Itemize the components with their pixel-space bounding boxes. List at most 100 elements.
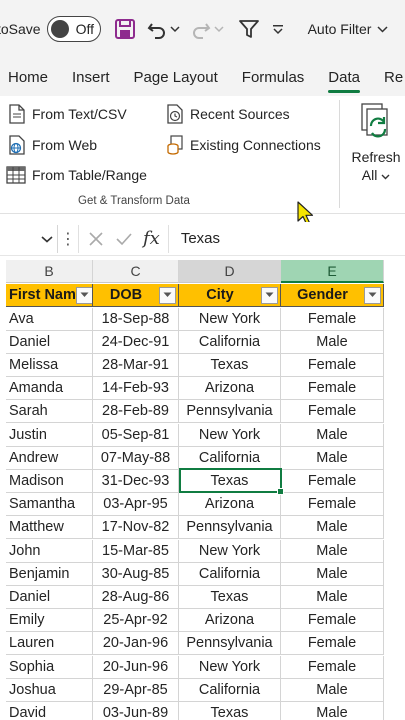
undo-dropdown-icon[interactable] [170,25,180,33]
first-name-cell[interactable]: Melissa [6,353,93,378]
city-cell[interactable]: California [179,446,281,470]
city-cell[interactable]: Texas [179,353,281,378]
column-header-c[interactable]: C [93,260,179,283]
dob-cell[interactable]: 25-Apr-92 [93,609,179,633]
city-cell[interactable]: New York [179,539,281,563]
filter-dropdown-button[interactable] [261,286,278,304]
first-name-cell[interactable]: Daniel [6,585,93,610]
gender-cell[interactable]: Male [281,330,384,354]
city-cell[interactable]: California [179,562,281,586]
recent-sources-button[interactable]: Recent Sources [166,104,290,124]
city-cell[interactable]: Arizona [179,377,281,401]
from-web-button[interactable]: From Web [8,135,97,155]
gender-cell[interactable]: Female [281,493,384,517]
city-cell[interactable]: Pennsylvania [179,516,281,540]
gender-cell[interactable]: Male [281,701,384,720]
existing-connections-button[interactable]: Existing Connections [166,135,321,155]
dob-cell[interactable]: 05-Sep-81 [93,423,179,447]
first-name-cell[interactable]: Emily [6,609,93,633]
first-name-cell[interactable]: Samantha [6,493,93,517]
first-name-cell[interactable]: John [6,539,93,563]
refresh-all-button[interactable]: Refresh All [350,102,402,183]
tab-page-layout[interactable]: Page Layout [134,69,218,96]
gender-cell[interactable]: Female [281,655,384,679]
redo-icon[interactable] [190,18,212,40]
dob-cell[interactable]: 31-Dec-93 [93,469,179,494]
dob-cell[interactable]: 15-Mar-85 [93,539,179,563]
first-name-cell[interactable]: Joshua [6,678,93,702]
city-cell[interactable]: New York [179,655,281,679]
city-cell[interactable]: Texas [179,701,281,720]
gender-cell[interactable]: Female [281,632,384,656]
first-name-cell[interactable]: Andrew [6,446,93,470]
first-name-cell[interactable]: David [6,701,93,720]
first-name-cell[interactable]: Sarah [6,400,93,424]
refresh-all-dropdown[interactable]: All [350,167,402,183]
gender-cell[interactable]: Male [281,423,384,447]
column-header-d[interactable]: D [179,260,281,283]
first-name-cell[interactable]: Sophia [6,655,93,679]
first-name-cell[interactable]: Amanda [6,377,93,401]
header-cell-gender[interactable]: Gender [281,284,384,308]
gender-cell[interactable]: Male [281,678,384,702]
city-cell[interactable]: New York [179,423,281,447]
city-cell[interactable]: Pennsylvania [179,400,281,424]
city-cell[interactable]: Arizona [179,493,281,517]
dob-cell[interactable]: 28-Feb-89 [93,400,179,424]
gender-cell[interactable]: Male [281,539,384,563]
gender-cell[interactable]: Male [281,446,384,470]
city-cell[interactable]: Texas [179,469,281,494]
tab-data[interactable]: Data [328,69,360,96]
gender-cell[interactable]: Female [281,400,384,424]
customize-toolbar-icon[interactable] [272,23,284,35]
dob-cell[interactable]: 28-Mar-91 [93,353,179,378]
gender-cell[interactable]: Male [281,516,384,540]
column-header-e[interactable]: E [281,260,384,283]
first-name-cell[interactable]: Matthew [6,516,93,540]
cancel-icon[interactable] [87,230,105,248]
first-name-cell[interactable]: Madison [6,469,93,494]
gender-cell[interactable]: Male [281,585,384,610]
gender-cell[interactable]: Female [281,307,384,331]
city-cell[interactable]: Texas [179,585,281,610]
dob-cell[interactable]: 18-Sep-88 [93,307,179,331]
dob-cell[interactable]: 07-May-88 [93,446,179,470]
tab-insert[interactable]: Insert [72,69,110,96]
header-cell-first-name[interactable]: First Nam [6,284,93,308]
enter-check-icon[interactable] [115,230,133,248]
dob-cell[interactable]: 17-Nov-82 [93,516,179,540]
filter-icon[interactable] [238,18,260,40]
header-cell-city[interactable]: City [179,284,281,308]
dob-cell[interactable]: 24-Dec-91 [93,330,179,354]
dob-cell[interactable]: 30-Aug-85 [93,562,179,586]
autofilter-dropdown[interactable]: Auto Filter [308,21,389,37]
city-cell[interactable]: Pennsylvania [179,632,281,656]
column-header-b[interactable]: B [6,260,93,283]
dob-cell[interactable]: 20-Jan-96 [93,632,179,656]
redo-dropdown-icon[interactable] [214,25,224,33]
gender-cell[interactable]: Male [281,562,384,586]
formula-bar-value[interactable]: Texas [181,230,220,247]
tab-formulas[interactable]: Formulas [242,69,305,96]
from-table-range-button[interactable]: From Table/Range [6,166,147,184]
city-cell[interactable]: Arizona [179,609,281,633]
city-cell[interactable]: New York [179,307,281,331]
dob-cell[interactable]: 14-Feb-93 [93,377,179,401]
filter-dropdown-button[interactable] [159,286,176,304]
filter-dropdown-button[interactable] [75,286,92,304]
gender-cell[interactable]: Female [281,353,384,378]
insert-function-icon[interactable]: fx [143,228,160,249]
filter-dropdown-button[interactable] [364,286,381,304]
tab-home[interactable]: Home [8,69,48,96]
city-cell[interactable]: California [179,678,281,702]
dob-cell[interactable]: 29-Apr-85 [93,678,179,702]
dob-cell[interactable]: 03-Jun-89 [93,701,179,720]
first-name-cell[interactable]: Daniel [6,330,93,354]
from-text-csv-button[interactable]: From Text/CSV [8,104,127,124]
first-name-cell[interactable]: Lauren [6,632,93,656]
gender-cell[interactable]: Female [281,469,384,494]
autosave-toggle[interactable]: Off [46,16,101,42]
first-name-cell[interactable]: Justin [6,423,93,447]
gender-cell[interactable]: Female [281,609,384,633]
dob-cell[interactable]: 03-Apr-95 [93,493,179,517]
